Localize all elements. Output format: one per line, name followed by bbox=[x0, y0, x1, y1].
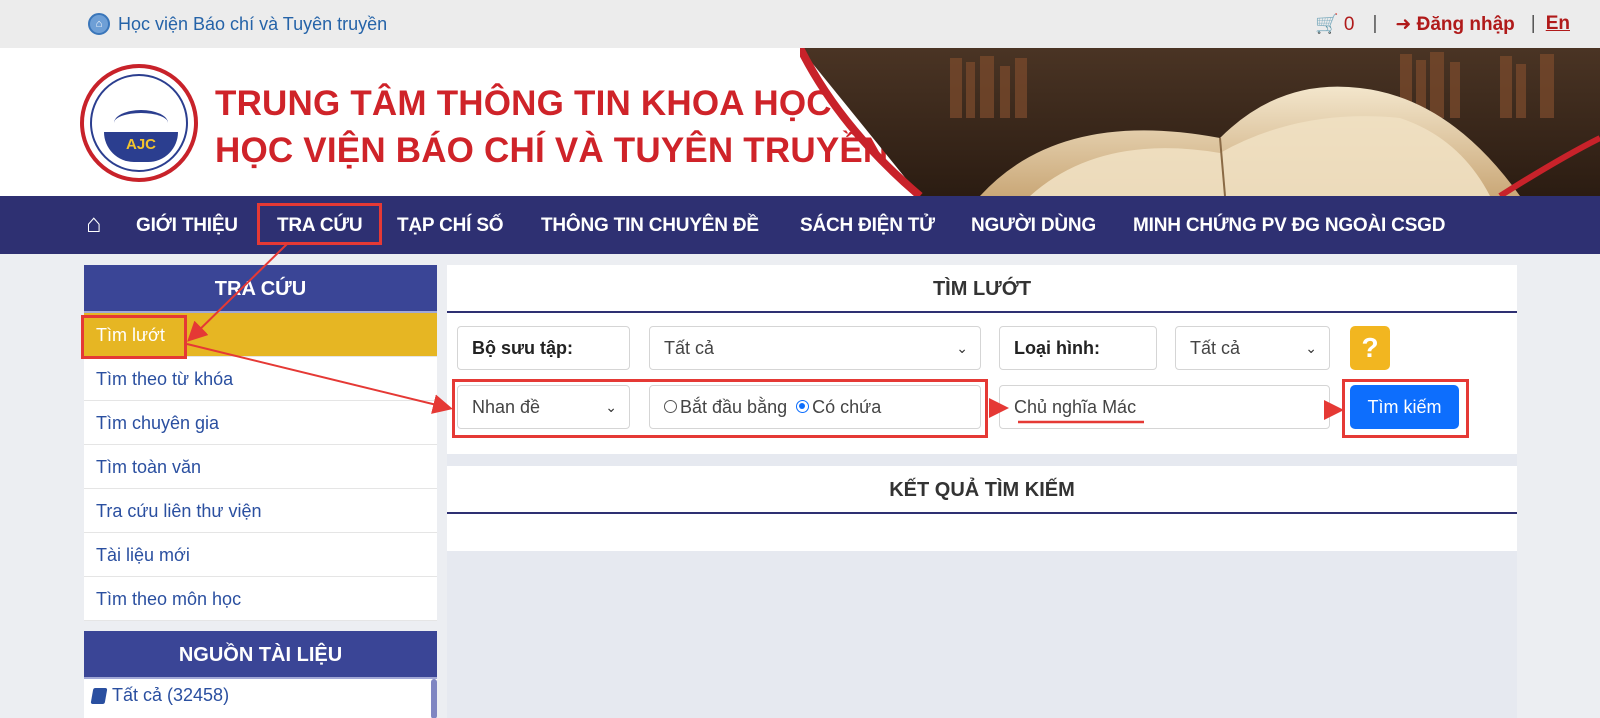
nav-nguoi-dung[interactable]: NGƯỜI DÙNG bbox=[971, 215, 1096, 237]
site-title-line2: HỌC VIỆN BÁO CHÍ VÀ TUYÊN TRUYỀN bbox=[215, 131, 889, 170]
logo-band: AJC bbox=[104, 132, 178, 162]
sidebar-menu: Tìm lướt Tìm theo từ khóa Tìm chuyên gia… bbox=[84, 313, 437, 621]
login-link[interactable]: ➜ Đăng nhập bbox=[1395, 13, 1514, 36]
annotation-box-tim-luot bbox=[81, 315, 187, 359]
logo-ring: AJC bbox=[90, 74, 188, 172]
source-item-label: Tất cả (32458) bbox=[112, 685, 230, 705]
banner-open-book-image bbox=[800, 48, 1600, 196]
nav-sach-dien-tu[interactable]: SÁCH ĐIỆN TỬ bbox=[800, 215, 935, 237]
sidebar-item-tra-cuu-lien-thu-vien[interactable]: Tra cứu liên thư viện bbox=[84, 489, 437, 533]
collection-select[interactable]: Tất cả ⌄ bbox=[649, 326, 981, 370]
search-input-value: Chủ nghĩa Mác bbox=[1014, 397, 1137, 417]
book-icon bbox=[90, 687, 108, 704]
results-card: KẾT QUẢ TÌM KIẾM bbox=[447, 466, 1517, 551]
sidebar-title: TRA CỨU bbox=[84, 265, 437, 313]
academy-logo[interactable]: AJC bbox=[80, 64, 198, 182]
search-title: TÌM LƯỚT bbox=[447, 265, 1517, 313]
cart-icon: 🛒 bbox=[1314, 14, 1339, 35]
sources-list: Tất cả (32458) bbox=[84, 679, 437, 718]
academy-home-label: Học viện Báo chí và Tuyên truyền bbox=[118, 13, 388, 34]
collection-select-value: Tất cả bbox=[664, 338, 715, 358]
sidebar-item-tim-theo-mon-hoc[interactable]: Tìm theo môn học bbox=[84, 577, 437, 621]
top-bar: ⌂ Học viện Báo chí và Tuyên truyền 🛒 0 |… bbox=[0, 0, 1600, 48]
divider: | bbox=[1530, 13, 1536, 34]
sign-in-icon: ➜ bbox=[1395, 13, 1412, 35]
sidebar-item-tim-chuyen-gia[interactable]: Tìm chuyên gia bbox=[84, 401, 437, 445]
nav-gioi-thieu[interactable]: GIỚI THIỆU bbox=[136, 215, 238, 237]
site-header: AJC TRUNG TÂM THÔNG TIN KHOA HỌC HỌC VIỆ… bbox=[0, 48, 1600, 196]
sidebar-item-tai-lieu-moi[interactable]: Tài liệu mới bbox=[84, 533, 437, 577]
annotation-box-field-options bbox=[452, 379, 988, 438]
annotation-box-tra-cuu bbox=[257, 203, 382, 245]
source-item-all[interactable]: Tất cả (32458) bbox=[84, 679, 437, 712]
sources-scrollbar[interactable] bbox=[431, 679, 437, 718]
chevron-down-icon: ⌄ bbox=[1305, 340, 1317, 356]
type-select[interactable]: Tất cả ⌄ bbox=[1175, 326, 1330, 370]
sidebar-item-tim-toan-van[interactable]: Tìm toàn văn bbox=[84, 445, 437, 489]
type-select-value: Tất cả bbox=[1190, 338, 1241, 358]
language-en-link[interactable]: En bbox=[1546, 13, 1570, 35]
divider: | bbox=[1372, 13, 1378, 34]
site-title-line1: TRUNG TÂM THÔNG TIN KHOA HỌC bbox=[215, 84, 832, 123]
chevron-down-icon: ⌄ bbox=[956, 340, 968, 356]
nav-tap-chi-so[interactable]: TẠP CHÍ SỐ bbox=[397, 215, 504, 237]
nav-home-icon[interactable]: ⌂ bbox=[86, 210, 102, 236]
nav-minh-chung[interactable]: MINH CHỨNG PV ĐG NGOÀI CSGD bbox=[1133, 215, 1445, 237]
help-button[interactable]: ? bbox=[1350, 326, 1390, 370]
home-circle-icon: ⌂ bbox=[88, 13, 110, 35]
sidebar-item-tim-theo-tu-khoa[interactable]: Tìm theo từ khóa bbox=[84, 357, 437, 401]
results-title: KẾT QUẢ TÌM KIẾM bbox=[447, 466, 1517, 514]
cart-count: 0 bbox=[1343, 14, 1355, 35]
cart-link[interactable]: 🛒 0 bbox=[1315, 12, 1355, 36]
nav-thong-tin-chuyen-de[interactable]: THÔNG TIN CHUYÊN ĐỀ bbox=[541, 215, 759, 237]
type-label: Loại hình: bbox=[999, 326, 1157, 370]
main-panel: TÌM LƯỚT Bộ sưu tập: Tất cả ⌄ Loại hình:… bbox=[447, 265, 1517, 718]
site-title: TRUNG TÂM THÔNG TIN KHOA HỌC HỌC VIỆN BÁ… bbox=[215, 80, 888, 174]
login-label: Đăng nhập bbox=[1416, 13, 1515, 35]
collection-label: Bộ sưu tập: bbox=[457, 326, 630, 370]
main-nav: ⌂ GIỚI THIỆU TRA CỨU TẠP CHÍ SỐ THÔNG TI… bbox=[0, 196, 1600, 254]
academy-home-link[interactable]: ⌂ Học viện Báo chí và Tuyên truyền bbox=[88, 13, 387, 35]
search-input[interactable]: Chủ nghĩa Mác bbox=[999, 385, 1330, 429]
annotation-box-search-button bbox=[1342, 379, 1469, 438]
sources-title: NGUỒN TÀI LIỆU bbox=[84, 631, 437, 679]
user-tools: 🛒 0 | ➜ Đăng nhập | En bbox=[1315, 12, 1570, 36]
